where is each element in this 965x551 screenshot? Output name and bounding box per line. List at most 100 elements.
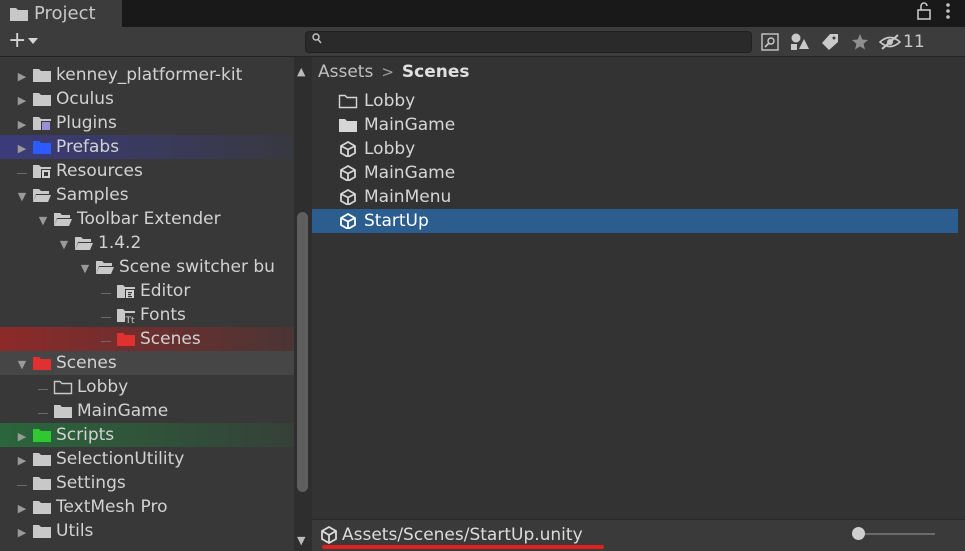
- filter-by-label-button[interactable]: [815, 29, 845, 55]
- breadcrumb: Assets > Scenes: [318, 62, 470, 82]
- tree-item-label: Resources: [56, 161, 143, 181]
- tree-indent: ▶: [0, 137, 28, 157]
- tree-item[interactable]: ▼ Samples: [0, 183, 294, 207]
- breadcrumb-current[interactable]: Scenes: [402, 62, 470, 82]
- tree-scrollbar[interactable]: ▲ ▼: [294, 57, 312, 551]
- unity-scene-icon: [340, 141, 356, 157]
- search-by-type-button[interactable]: [755, 29, 785, 55]
- folder-icon: [54, 405, 72, 418]
- tree-item[interactable]: ▶ Prefabs: [0, 135, 294, 159]
- scroll-down-icon[interactable]: ▼: [297, 534, 305, 547]
- tree-connector: [37, 382, 49, 395]
- empty-folder-icon: [53, 380, 73, 395]
- tree-item[interactable]: ▼ Toolbar Extender: [0, 207, 294, 231]
- folder-asset-item[interactable]: Lobby: [312, 89, 958, 113]
- expand-arrow-icon[interactable]: ▶: [16, 502, 28, 515]
- zoom-slider-track[interactable]: [855, 533, 935, 535]
- tree-item-label: MainGame: [77, 401, 169, 421]
- kebab-menu-icon[interactable]: [945, 2, 951, 25]
- tree-connector: [100, 334, 112, 347]
- unity-scene-icon: [340, 165, 356, 181]
- tree-item[interactable]: ▼ 1.4.2: [0, 231, 294, 255]
- expand-arrow-icon[interactable]: ▶: [16, 142, 28, 155]
- tree-item-label: kenney_platformer-kit: [56, 65, 243, 85]
- hidden-count: 11: [903, 32, 925, 52]
- tree-indent: ▶: [0, 497, 28, 517]
- fonts-folder-icon: Tt: [117, 309, 135, 323]
- tree-item[interactable]: ▶ Scripts: [0, 423, 294, 447]
- folder-icon: [33, 501, 51, 514]
- expand-arrow-icon[interactable]: ▶: [16, 94, 28, 107]
- tree-item[interactable]: ▶ Utils: [0, 519, 294, 543]
- unity-scene-icon: [321, 526, 337, 544]
- tree-indent: ▶: [0, 65, 28, 85]
- filter-by-type-button[interactable]: [785, 29, 815, 55]
- expand-arrow-icon[interactable]: ▶: [16, 454, 28, 467]
- folder-icon: [10, 7, 28, 21]
- tab-bar: Project: [0, 0, 965, 27]
- star-icon: [852, 34, 868, 50]
- asset-label: Lobby: [364, 139, 416, 159]
- tree-indent: ▼: [0, 257, 91, 277]
- tree-indent: ▼: [0, 233, 70, 253]
- collapse-arrow-icon[interactable]: ▼: [79, 262, 91, 275]
- tree-item[interactable]: ▶ Plugins: [0, 111, 294, 135]
- tree-item[interactable]: ▶ kenney_platformer-kit: [0, 63, 294, 87]
- tree-item[interactable]: MainGame: [0, 399, 294, 423]
- expand-arrow-icon[interactable]: ▶: [16, 430, 28, 443]
- svg-text:Tt: Tt: [125, 316, 135, 323]
- tree-item[interactable]: ▶ TextMesh Pro: [0, 495, 294, 519]
- lock-icon[interactable]: [917, 2, 931, 25]
- empty-folder-icon: [338, 94, 358, 109]
- tree-indent: ▶: [0, 521, 28, 541]
- tree-indent: [0, 473, 28, 493]
- expand-arrow-icon[interactable]: ▶: [16, 118, 28, 131]
- tree-indent: [0, 281, 112, 301]
- tree-item-label: Oculus: [56, 89, 114, 109]
- hidden-packages-toggle[interactable]: 11: [875, 29, 925, 55]
- unity-scene-icon: [340, 189, 356, 205]
- scroll-up-icon[interactable]: ▲: [297, 65, 305, 78]
- tree-item[interactable]: Tt Fonts: [0, 303, 294, 327]
- open-folder-icon: [96, 261, 114, 274]
- folder-icon: [33, 69, 51, 82]
- expand-arrow-icon[interactable]: ▶: [16, 526, 28, 539]
- scene-asset-item[interactable]: MainGame: [312, 161, 958, 185]
- tree-item-label: 1.4.2: [98, 233, 142, 253]
- collapse-arrow-icon[interactable]: ▼: [37, 214, 49, 227]
- folder-asset-item[interactable]: MainGame: [312, 113, 958, 137]
- tree-item[interactable]: ▼ Scene switcher bu: [0, 255, 294, 279]
- tree-indent: ▶: [0, 113, 28, 133]
- tree-item[interactable]: Editor: [0, 279, 294, 303]
- tree-item-label: Plugins: [56, 113, 117, 133]
- expand-arrow-icon[interactable]: ▶: [16, 70, 28, 83]
- scene-asset-item[interactable]: Lobby: [312, 137, 958, 161]
- favorites-button[interactable]: [845, 29, 875, 55]
- chevron-down-icon: [28, 38, 39, 44]
- tree-item[interactable]: Lobby: [0, 375, 294, 399]
- collapse-arrow-icon[interactable]: ▼: [16, 358, 28, 371]
- tree-item-label: TextMesh Pro: [56, 497, 168, 517]
- tree-indent: [0, 377, 49, 397]
- folder-icon: [117, 333, 135, 346]
- tree-item[interactable]: ▶ Oculus: [0, 87, 294, 111]
- asset-label: MainMenu: [364, 187, 452, 207]
- create-button[interactable]: +: [8, 30, 39, 52]
- tree-item[interactable]: Settings: [0, 471, 294, 495]
- scene-asset-item[interactable]: StartUp: [312, 209, 958, 233]
- tree-item[interactable]: ▼ Scenes: [0, 351, 294, 375]
- tree-item-label: SelectionUtility: [56, 449, 185, 469]
- breadcrumb-assets[interactable]: Assets: [318, 62, 373, 82]
- tree-indent: ▶: [0, 425, 28, 445]
- zoom-slider-knob[interactable]: [852, 527, 865, 540]
- tree-item[interactable]: Scenes: [0, 327, 294, 351]
- scene-asset-item[interactable]: MainMenu: [312, 185, 958, 209]
- collapse-arrow-icon[interactable]: ▼: [16, 190, 28, 203]
- search-input[interactable]: [305, 31, 752, 53]
- tab-project[interactable]: Project: [0, 0, 122, 27]
- tree-scrollbar-thumb[interactable]: [297, 212, 308, 492]
- asset-label: Lobby: [364, 91, 416, 111]
- tree-item[interactable]: ▶ SelectionUtility: [0, 447, 294, 471]
- collapse-arrow-icon[interactable]: ▼: [58, 238, 70, 251]
- tree-item[interactable]: Resources: [0, 159, 294, 183]
